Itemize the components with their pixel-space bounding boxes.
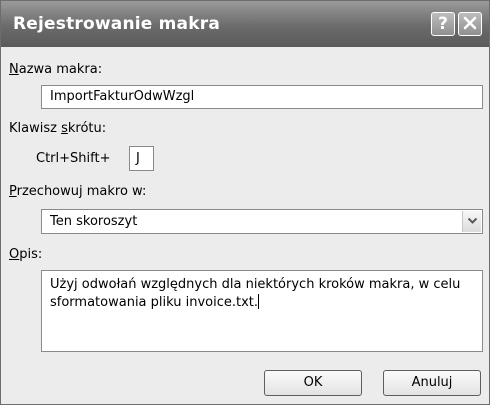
macro-name-label: Nazwa makra: [9, 62, 103, 77]
help-button[interactable]: ? [431, 12, 455, 36]
description-textarea[interactable]: Użyj odwołań względnych dla niektórych k… [41, 270, 483, 352]
close-button[interactable] [458, 12, 482, 36]
close-icon [463, 16, 477, 30]
shortcut-prefix: Ctrl+Shift+ [36, 151, 111, 166]
cancel-button[interactable]: Anuluj [383, 370, 481, 396]
help-icon: ? [438, 14, 448, 34]
record-macro-dialog: Rejestrowanie makra ? Nazwa makra: Impor… [0, 0, 490, 405]
shortcut-key-input[interactable]: J [129, 146, 154, 171]
store-in-label: Przechowuj makro w: [9, 184, 147, 199]
shortcut-label: Klawisz skrótu: [9, 121, 107, 136]
dropdown-button[interactable] [462, 211, 481, 232]
description-label: Opis: [9, 247, 43, 262]
store-in-select[interactable]: Ten skoroszyt [41, 209, 483, 234]
title-bar[interactable]: Rejestrowanie makra ? [1, 1, 489, 47]
text-caret [258, 294, 260, 309]
macro-name-input[interactable]: ImportFakturOdwWzgl [41, 85, 483, 109]
chevron-down-icon [467, 217, 477, 224]
dialog-title: Rejestrowanie makra [13, 14, 220, 34]
ok-button[interactable]: OK [264, 370, 362, 396]
